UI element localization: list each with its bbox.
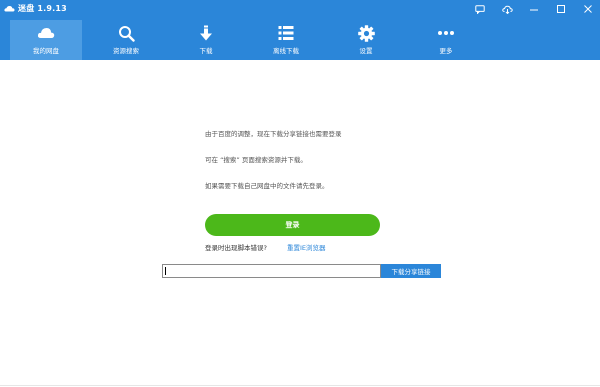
close-icon — [584, 4, 592, 13]
nav-label: 设置 — [359, 47, 373, 55]
info-message-own-files: 如果需要下载自己网盘中的文件请先登录。 — [205, 182, 329, 190]
nav-label: 更多 — [439, 47, 453, 55]
bottom-divider — [0, 385, 600, 386]
more-dots-icon — [437, 24, 455, 42]
nav-resource-search[interactable]: 资源搜索 — [90, 20, 162, 60]
info-message-search-tip: 可在 “搜索” 页面搜索资源并下载。 — [205, 156, 307, 164]
minimize-icon — [530, 9, 538, 10]
info-message-login-required: 由于百度的调整，现在下载分享链接也需要登录 — [205, 130, 342, 138]
login-error-question: 登录时出现脚本错误? — [205, 244, 267, 252]
chat-icon — [475, 4, 485, 14]
search-icon — [117, 24, 135, 42]
cloud-sync-button[interactable] — [495, 0, 519, 18]
nav-settings[interactable]: 设置 — [330, 20, 402, 60]
nav-offline-download[interactable]: 离线下载 — [250, 20, 322, 60]
reset-ie-link[interactable]: 重置IE浏览器 — [287, 244, 326, 253]
maximize-icon — [557, 4, 565, 13]
app-logo-icon — [4, 6, 15, 12]
gear-icon — [357, 24, 375, 42]
main-nav: 我的网盘 资源搜索 下载 离线下载 设置 更多 — [10, 20, 490, 60]
maximize-button[interactable] — [549, 0, 573, 18]
nav-label: 资源搜索 — [113, 47, 139, 55]
login-button[interactable]: 登录 — [205, 214, 380, 236]
nav-label: 我的网盘 — [33, 47, 59, 55]
share-link-input[interactable] — [162, 264, 381, 278]
app-header: 迷盘 1.9.13 我的网盘 资源搜索 下载 离线下载 设置 更多 — [0, 0, 600, 60]
nav-my-netdisk[interactable]: 我的网盘 — [10, 20, 82, 60]
main-content: 由于百度的调整，现在下载分享链接也需要登录 可在 “搜索” 页面搜索资源并下载。… — [0, 60, 600, 387]
window-controls — [465, 0, 600, 18]
text-caret — [165, 267, 166, 275]
nav-download[interactable]: 下载 — [170, 20, 242, 60]
chat-button[interactable] — [468, 0, 492, 18]
nav-label: 离线下载 — [273, 47, 299, 55]
list-icon — [277, 24, 295, 42]
title-bar: 迷盘 1.9.13 — [0, 0, 600, 18]
cloud-icon — [37, 24, 55, 42]
minimize-button[interactable] — [522, 0, 546, 18]
cloud-sync-icon — [501, 5, 513, 14]
nav-label: 下载 — [199, 47, 213, 55]
close-button[interactable] — [576, 0, 600, 18]
nav-more[interactable]: 更多 — [410, 20, 482, 60]
app-title: 迷盘 1.9.13 — [18, 4, 67, 13]
download-icon — [197, 24, 215, 42]
download-share-link-button[interactable]: 下载分享链接 — [381, 264, 441, 278]
